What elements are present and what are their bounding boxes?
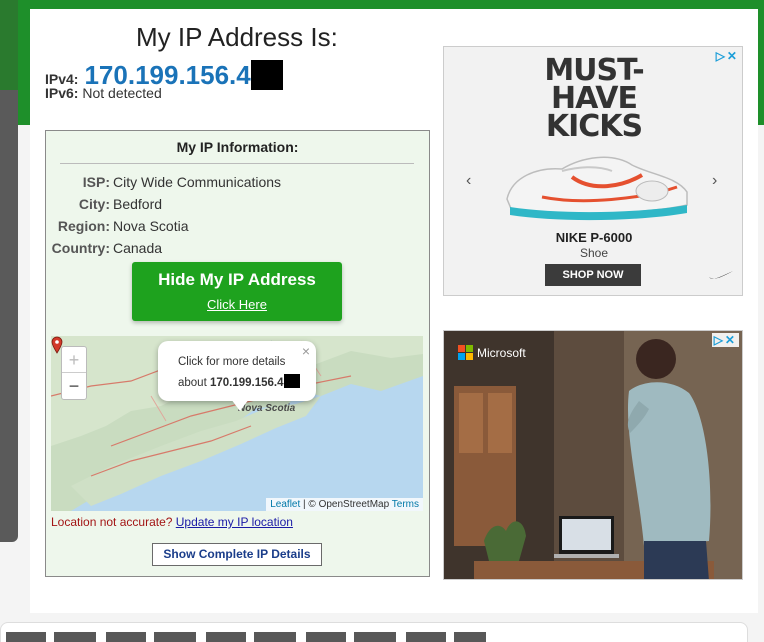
info-row-isp: ISP: City Wide Communications — [46, 171, 429, 193]
next-card-heading — [6, 632, 486, 642]
show-details-button[interactable]: Show Complete IP Details — [152, 543, 322, 566]
ad-headline: MUST- HAVE KICKS — [444, 56, 742, 144]
divider — [60, 163, 414, 164]
zoom-in-button[interactable]: + — [62, 347, 86, 373]
ad-product-name: NIKE P-6000 — [555, 230, 633, 245]
info-row-country: Country: Canada — [46, 237, 429, 259]
ipv6-label: IPv6: — [45, 85, 79, 101]
microsoft-ad[interactable]: ▷✕ Microsoft — [443, 330, 743, 580]
leaflet-link[interactable]: Leaflet — [270, 499, 300, 510]
nike-ad[interactable]: ▷✕ MUST- HAVE KICKS ‹ › NIKE P-6000 Shoe… — [443, 46, 743, 296]
redaction-box — [250, 60, 283, 90]
info-key: Country: — [51, 240, 110, 256]
info-value: Canada — [113, 240, 163, 256]
popup-tip — [231, 399, 249, 411]
terms-link[interactable]: Terms — [392, 499, 419, 510]
carousel-next-icon[interactable]: › — [712, 172, 717, 190]
carousel-prev-icon[interactable]: ‹ — [466, 172, 471, 190]
ad-product-type: Shoe — [579, 246, 609, 260]
info-key: Region: — [57, 218, 110, 234]
sneaker-image — [506, 156, 688, 221]
location-accuracy-row: Location not accurate? Update my IP loca… — [51, 515, 293, 529]
info-row-city: City: Bedford — [46, 193, 429, 215]
info-list: ISP: City Wide Communications City: Bedf… — [46, 171, 429, 259]
ip-information-box: My IP Information: ISP: City Wide Commun… — [45, 130, 430, 577]
popup-line1: Click for more details — [178, 356, 286, 368]
popup-prefix: about — [178, 377, 210, 389]
info-value: Nova Scotia — [113, 218, 189, 234]
zoom-out-button[interactable]: − — [62, 373, 86, 399]
info-key: ISP: — [82, 174, 110, 190]
update-location-link[interactable]: Update my IP location — [176, 515, 293, 529]
map-popup[interactable]: × Click for more details about 170.199.1… — [158, 341, 316, 411]
location-question: Location not accurate? — [51, 515, 173, 529]
zoom-control: + − — [61, 346, 87, 400]
popup-ip: 170.199.156.4 — [209, 377, 284, 389]
ipv6-value: Not detected — [82, 85, 162, 101]
microsoft-brand: Microsoft — [458, 345, 526, 360]
popup-line2: about 170.199.156.4 — [178, 372, 300, 389]
ipv6-row: IPv6: Not detected — [45, 85, 162, 101]
office-photo — [444, 331, 742, 579]
page-title: My IP Address Is: — [136, 22, 338, 52]
info-value: Bedford — [113, 196, 163, 212]
redaction-box — [283, 374, 300, 388]
location-map[interactable]: + − Nova Scotia × Click for more details… — [51, 336, 423, 511]
info-value: City Wide Communications — [113, 174, 282, 190]
hide-my-ip-button[interactable]: Hide My IP Address Click Here — [132, 262, 342, 321]
info-key: City: — [78, 196, 110, 212]
brand-name: Microsoft — [477, 345, 526, 360]
info-title: My IP Information: — [176, 139, 299, 155]
hide-button-title: Hide My IP Address — [158, 270, 316, 289]
background-left-edge — [0, 0, 18, 90]
hide-button-link[interactable]: Click Here — [132, 297, 342, 312]
adchoices-icon[interactable]: ▷✕ — [711, 333, 739, 347]
shop-now-button[interactable]: SHOP NOW — [545, 264, 641, 286]
nike-swoosh-icon — [709, 271, 733, 279]
map-pin-icon[interactable] — [51, 336, 63, 354]
microsoft-logo-icon — [458, 345, 473, 360]
background-left-sidebar — [0, 90, 18, 542]
popup-close-icon[interactable]: × — [302, 343, 310, 359]
attribution-text: | © OpenStreetMap — [300, 499, 392, 510]
info-row-region: Region: Nova Scotia — [46, 215, 429, 237]
map-attribution: Leaflet | © OpenStreetMap Terms — [266, 498, 423, 511]
ad-headline-line: KICKS — [545, 109, 643, 144]
